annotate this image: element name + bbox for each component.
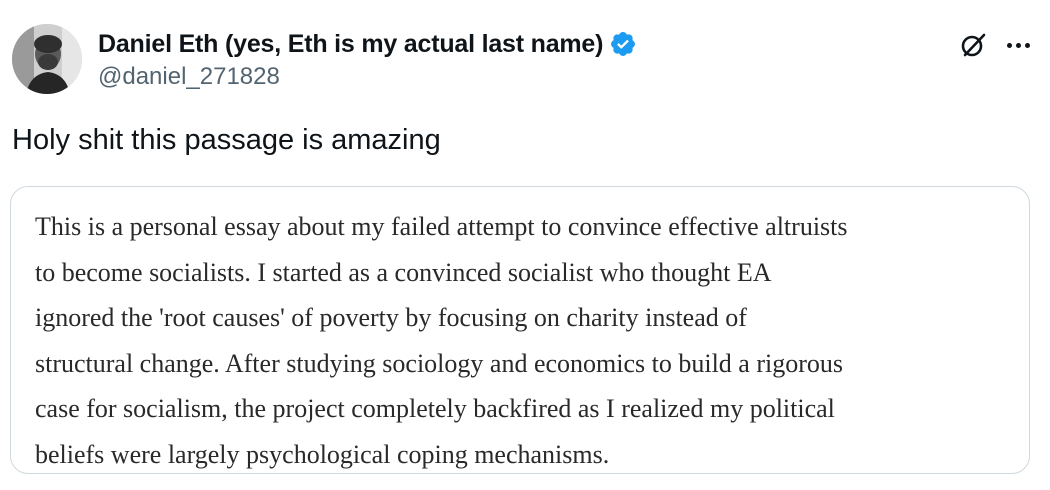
tweet-actions	[959, 30, 1030, 60]
author-identity: Daniel Eth (yes, Eth is my actual last n…	[98, 28, 637, 91]
tweet-header: Daniel Eth (yes, Eth is my actual last n…	[12, 24, 1038, 96]
more-dots-icon[interactable]	[1007, 30, 1030, 60]
author-display-name[interactable]: Daniel Eth (yes, Eth is my actual last n…	[98, 30, 603, 59]
tweet-text: Holy shit this passage is amazing	[12, 124, 441, 156]
verified-badge-icon[interactable]	[609, 30, 637, 58]
quoted-passage-text: This is a personal essay about my failed…	[35, 212, 848, 469]
author-name-row: Daniel Eth (yes, Eth is my actual last n…	[98, 28, 637, 60]
author-avatar[interactable]	[12, 24, 82, 94]
quoted-passage-card[interactable]: This is a personal essay about my failed…	[10, 186, 1030, 474]
avatar-photo	[12, 24, 82, 94]
grok-icon[interactable]	[959, 30, 989, 60]
author-handle[interactable]: @daniel_271828	[98, 63, 637, 91]
